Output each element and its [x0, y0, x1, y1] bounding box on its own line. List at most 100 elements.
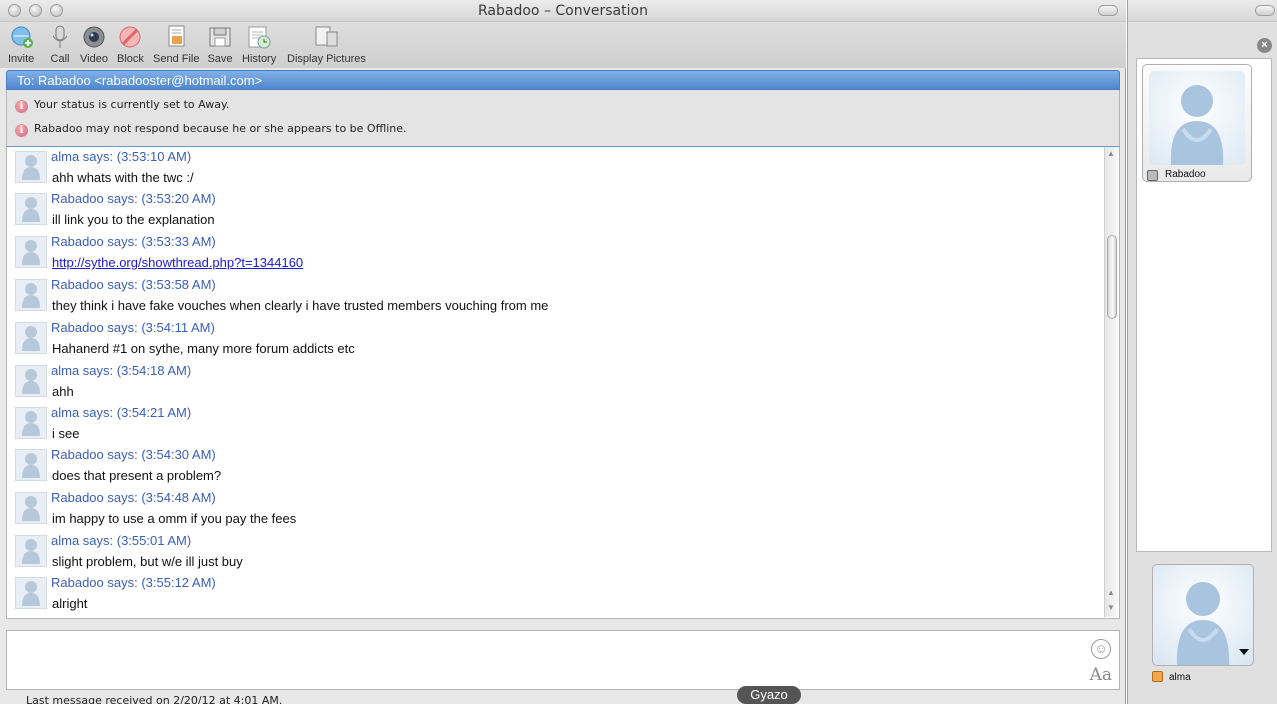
message-text: does that present a problem?	[52, 468, 222, 483]
scroll-up-arrow-icon[interactable]: ▲	[1107, 588, 1115, 597]
microphone-icon	[47, 24, 73, 50]
history-button[interactable]: History	[242, 24, 276, 65]
message-input[interactable]: ☺ Aa	[6, 630, 1120, 690]
conversation-window: Rabadoo – Conversation Invite Call Video	[0, 0, 1126, 704]
away-notice: i Your status is currently set to Away.	[15, 98, 229, 113]
message-item: Rabadoo says: (3:53:58 AM) they think i …	[15, 277, 1095, 319]
invite-icon	[8, 24, 34, 50]
message-item: Rabadoo says: (3:54:30 AM) does that pre…	[15, 447, 1095, 489]
message-text: http://sythe.org/showthread.php?t=134416…	[52, 255, 303, 270]
video-label: Video	[80, 53, 108, 65]
message-header: alma says: (3:53:10 AM)	[51, 149, 192, 164]
save-button[interactable]: Save	[207, 24, 233, 65]
block-icon	[117, 24, 143, 50]
message-item: alma says: (3:53:10 AM) ahh whats with t…	[15, 149, 1095, 191]
message-header: Rabadoo says: (3:53:33 AM)	[51, 234, 216, 249]
message-text: im happy to use a omm if you pay the fee…	[52, 511, 297, 526]
close-icon[interactable]: ×	[1257, 38, 1272, 53]
message-scrollbar[interactable]: ▲ ▲ ▼	[1104, 147, 1118, 617]
block-label: Block	[117, 53, 144, 65]
message-header: alma says: (3:54:18 AM)	[51, 363, 192, 378]
message-history[interactable]: alma says: (3:53:10 AM) ahh whats with t…	[6, 147, 1120, 619]
message-text: slight problem, but w/e ill just buy	[52, 554, 243, 569]
info-icon: i	[15, 100, 28, 113]
font-button[interactable]: Aa	[1090, 665, 1112, 685]
display-pictures-button[interactable]: Display Pictures	[287, 24, 366, 65]
message-item: Rabadoo says: (3:53:20 AM) ill link you …	[15, 191, 1095, 233]
gyazo-badge[interactable]: Gyazo	[737, 686, 801, 704]
message-header: alma says: (3:55:01 AM)	[51, 533, 192, 548]
contact-window-title-bar[interactable]	[1128, 0, 1277, 22]
webcam-icon	[81, 24, 107, 50]
message-text: alright	[52, 596, 88, 611]
message-item: alma says: (3:54:18 AM) ahh	[15, 363, 1095, 405]
message-link[interactable]: http://sythe.org/showthread.php?t=134416…	[52, 255, 303, 270]
offline-notice-text: Rabadoo may not respond because he or sh…	[34, 122, 407, 135]
message-header: Rabadoo says: (3:54:30 AM)	[51, 447, 216, 462]
message-header: Rabadoo says: (3:53:58 AM)	[51, 277, 216, 292]
toolbar-toggle-button[interactable]	[1098, 5, 1118, 16]
contact-name: Rabadoo	[1165, 169, 1206, 180]
message-header: Rabadoo says: (3:53:20 AM)	[51, 191, 216, 206]
display-pictures-label: Display Pictures	[287, 53, 366, 65]
send-file-button[interactable]: Send File	[153, 24, 199, 65]
buddy-avatar-icon	[15, 407, 47, 439]
away-status-icon	[1152, 671, 1163, 682]
message-text: i see	[52, 426, 80, 441]
send-file-label: Send File	[153, 53, 200, 65]
message-item: Rabadoo says: (3:54:11 AM) Hahanerd #1 o…	[15, 320, 1095, 362]
notice-area: i Your status is currently set to Away. i…	[6, 90, 1120, 147]
info-icon: i	[15, 124, 28, 137]
message-item: alma says: (3:54:21 AM) i see	[15, 405, 1095, 447]
buddy-avatar-icon	[15, 151, 47, 183]
buddy-avatar-icon	[15, 236, 47, 268]
scrollbar-thumb[interactable]	[1107, 235, 1117, 319]
buddy-avatar-icon	[15, 577, 47, 609]
scroll-up-arrow-icon[interactable]: ▲	[1107, 149, 1115, 158]
history-icon	[246, 24, 272, 50]
message-item: Rabadoo says: (3:54:48 AM) im happy to u…	[15, 490, 1095, 532]
away-notice-text: Your status is currently set to Away.	[34, 98, 230, 111]
call-label: Call	[50, 53, 70, 65]
chevron-down-icon[interactable]	[1239, 649, 1249, 655]
self-display-picture[interactable]	[1152, 564, 1254, 666]
message-header: alma says: (3:54:21 AM)	[51, 405, 192, 420]
scroll-down-arrow-icon[interactable]: ▼	[1107, 603, 1115, 612]
message-text: they think i have fake vouches when clea…	[52, 298, 549, 313]
buddy-avatar-icon	[15, 492, 47, 524]
invite-button[interactable]: Invite	[8, 24, 34, 65]
self-name: alma	[1169, 672, 1191, 683]
message-text: Hahanerd #1 on sythe, many more forum ad…	[52, 341, 355, 356]
save-icon	[207, 24, 233, 50]
message-item: alma says: (3:55:01 AM) slight problem, …	[15, 533, 1095, 575]
message-header: Rabadoo says: (3:54:11 AM)	[51, 320, 215, 335]
display-pictures-icon	[313, 24, 339, 50]
buddy-avatar-icon	[15, 535, 47, 567]
buddy-avatar-icon	[15, 279, 47, 311]
window-title: Rabadoo – Conversation	[478, 3, 648, 19]
toolbar-toggle-button[interactable]	[1255, 5, 1275, 16]
toolbar: Invite Call Video Block Send File Save H…	[0, 22, 1126, 68]
send-file-icon	[163, 24, 189, 50]
video-button[interactable]: Video	[80, 24, 108, 65]
message-header: Rabadoo says: (3:55:12 AM)	[51, 575, 216, 590]
message-item: Rabadoo says: (3:53:33 AM) http://sythe.…	[15, 234, 1095, 276]
buddy-avatar-icon	[15, 449, 47, 481]
offline-status-icon	[1147, 170, 1158, 181]
buddy-avatar-icon	[15, 322, 47, 354]
message-text: ahh	[52, 384, 74, 399]
message-item: Rabadoo says: (3:55:12 AM) alright	[15, 575, 1095, 617]
status-bar: Last message received on 2/20/12 at 4:01…	[26, 694, 283, 704]
contact-display-picture[interactable]: Rabadoo	[1142, 64, 1252, 182]
title-bar[interactable]: Rabadoo – Conversation	[0, 0, 1126, 22]
recipient-bar: To: Rabadoo <rabadooster@hotmail.com>	[6, 70, 1120, 90]
call-button[interactable]: Call	[47, 24, 73, 65]
emoticon-icon[interactable]: ☺	[1091, 639, 1111, 659]
buddy-avatar-icon	[15, 365, 47, 397]
offline-notice: i Rabadoo may not respond because he or s…	[15, 122, 407, 137]
block-button[interactable]: Block	[117, 24, 144, 65]
invite-label: Invite	[8, 53, 35, 65]
message-header: Rabadoo says: (3:54:48 AM)	[51, 490, 216, 505]
buddy-panel: Rabadoo	[1136, 58, 1272, 552]
buddy-avatar-icon	[15, 193, 47, 225]
